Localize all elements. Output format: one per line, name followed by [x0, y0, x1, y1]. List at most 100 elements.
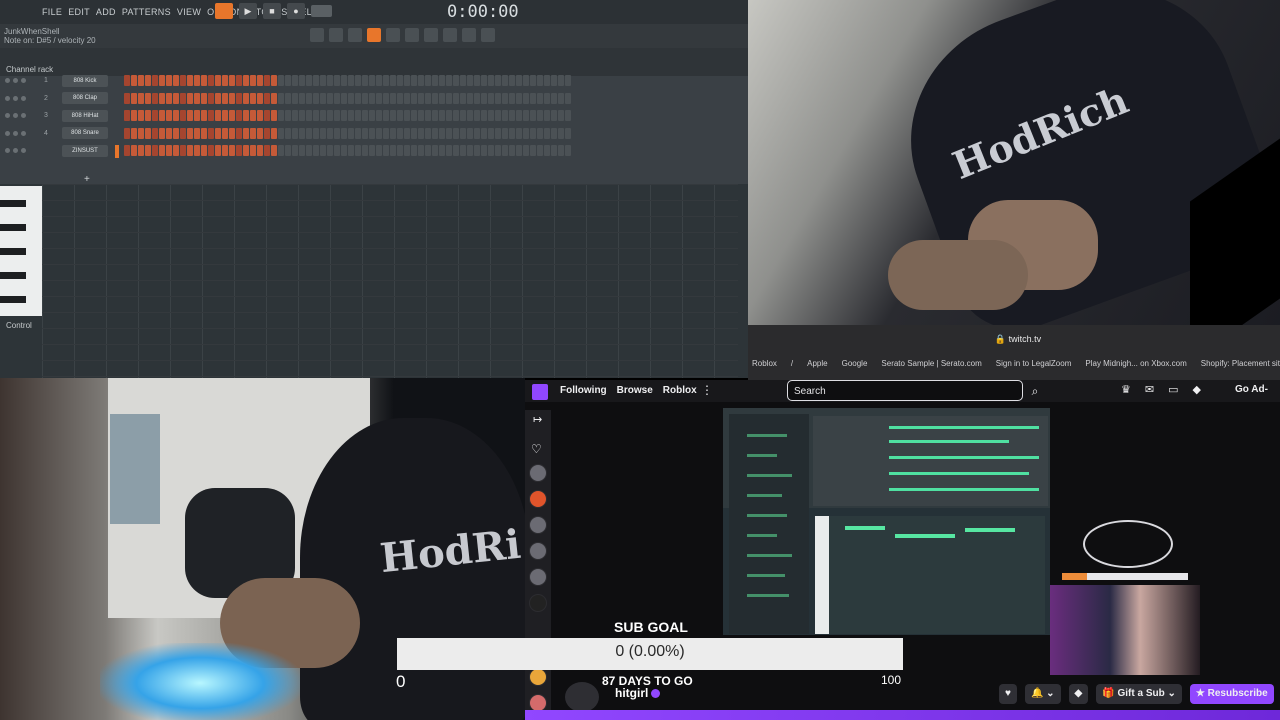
- step-button[interactable]: [180, 127, 186, 139]
- step-button[interactable]: [411, 110, 417, 121]
- step-button[interactable]: [264, 75, 270, 86]
- step-button[interactable]: [145, 75, 151, 86]
- bits-button[interactable]: ◆: [1068, 684, 1089, 704]
- step-button[interactable]: [432, 92, 438, 104]
- step-button[interactable]: [509, 145, 515, 156]
- step-button[interactable]: [222, 75, 228, 86]
- step-button[interactable]: [292, 127, 298, 139]
- step-button[interactable]: [327, 127, 333, 139]
- step-button[interactable]: [313, 127, 319, 139]
- favorite-item[interactable]: Apple: [807, 359, 827, 368]
- step-button[interactable]: [425, 110, 431, 121]
- step-button[interactable]: [327, 110, 333, 121]
- step-button[interactable]: [327, 92, 333, 104]
- step-button[interactable]: [383, 75, 389, 86]
- step-button[interactable]: [369, 145, 375, 156]
- stream-video[interactable]: [723, 408, 1050, 635]
- step-button[interactable]: [215, 92, 221, 104]
- step-button[interactable]: [320, 127, 326, 139]
- step-button[interactable]: [453, 92, 459, 104]
- step-button[interactable]: [208, 75, 214, 86]
- step-button[interactable]: [201, 127, 207, 139]
- step-button[interactable]: [404, 92, 410, 104]
- step-button[interactable]: [558, 75, 564, 86]
- channel-toggles[interactable]: [0, 113, 36, 119]
- step-button[interactable]: [285, 92, 291, 104]
- step-button[interactable]: [502, 110, 508, 121]
- step-button[interactable]: [215, 145, 221, 156]
- step-button[interactable]: [187, 127, 193, 139]
- step-button[interactable]: [348, 75, 354, 86]
- step-button[interactable]: [166, 127, 172, 139]
- step-button[interactable]: [439, 110, 445, 121]
- step-button[interactable]: [187, 110, 193, 121]
- channel-avatar[interactable]: [529, 490, 547, 508]
- twitch-logo-icon[interactable]: [532, 384, 548, 400]
- step-button[interactable]: [397, 127, 403, 139]
- step-button[interactable]: [159, 75, 165, 86]
- step-button[interactable]: [264, 145, 270, 156]
- channel-avatar[interactable]: [529, 464, 547, 482]
- step-button[interactable]: [313, 110, 319, 121]
- step-button[interactable]: [523, 145, 529, 156]
- channel-avatar[interactable]: [529, 668, 547, 686]
- resubscribe-button[interactable]: ★ Resubscribe: [1189, 684, 1274, 704]
- pattern-song-toggle[interactable]: [215, 3, 233, 19]
- step-button[interactable]: [194, 127, 200, 139]
- step-button[interactable]: [453, 110, 459, 121]
- piano-keys[interactable]: [0, 186, 42, 316]
- step-button[interactable]: [173, 110, 179, 121]
- step-button[interactable]: [362, 92, 368, 104]
- step-button[interactable]: [446, 127, 452, 139]
- step-button[interactable]: [502, 127, 508, 139]
- menu-add[interactable]: ADD: [96, 7, 116, 17]
- step-button[interactable]: [460, 110, 466, 121]
- step-button[interactable]: [432, 127, 438, 139]
- playlist-icon[interactable]: [310, 28, 324, 42]
- step-button[interactable]: [348, 145, 354, 156]
- step-button[interactable]: [306, 75, 312, 86]
- nav-roblox[interactable]: Roblox: [663, 385, 697, 396]
- step-button[interactable]: [285, 75, 291, 86]
- channel-avatar[interactable]: [529, 542, 547, 560]
- step-button[interactable]: [362, 110, 368, 121]
- step-button[interactable]: [495, 127, 501, 139]
- step-button[interactable]: [523, 75, 529, 86]
- step-button[interactable]: [460, 75, 466, 86]
- step-button[interactable]: [229, 92, 235, 104]
- step-button[interactable]: [180, 92, 186, 104]
- step-button[interactable]: [166, 110, 172, 121]
- step-button[interactable]: [544, 75, 550, 86]
- step-button[interactable]: [292, 145, 298, 156]
- step-button[interactable]: [320, 92, 326, 104]
- channel-name-button[interactable]: ZINSUST: [62, 144, 108, 157]
- step-button[interactable]: [299, 127, 305, 139]
- step-icon[interactable]: [348, 28, 362, 42]
- step-button[interactable]: [551, 127, 557, 139]
- step-button[interactable]: [355, 127, 361, 139]
- step-button[interactable]: [565, 110, 571, 121]
- step-button[interactable]: [411, 75, 417, 86]
- step-button[interactable]: [236, 92, 242, 104]
- step-button[interactable]: [558, 127, 564, 139]
- step-button[interactable]: [509, 75, 515, 86]
- step-button[interactable]: [131, 110, 137, 121]
- step-button[interactable]: [488, 75, 494, 86]
- step-button[interactable]: [495, 92, 501, 104]
- step-button[interactable]: [124, 127, 130, 139]
- step-button[interactable]: [131, 92, 137, 104]
- step-button[interactable]: [152, 75, 158, 86]
- favorite-item[interactable]: Play Midnigh... on Xbox.com: [1085, 359, 1186, 368]
- step-button[interactable]: [313, 75, 319, 86]
- step-button[interactable]: [495, 145, 501, 156]
- step-button[interactable]: [411, 92, 417, 104]
- step-button[interactable]: [383, 110, 389, 121]
- gift-sub-button[interactable]: 🎁 Gift a Sub ⌄: [1096, 684, 1182, 704]
- search-icon[interactable]: ⌕: [1025, 381, 1045, 401]
- step-button[interactable]: [306, 110, 312, 121]
- channel-name-button[interactable]: 808 Kick: [62, 74, 108, 87]
- black-key[interactable]: [0, 200, 26, 207]
- step-button[interactable]: [159, 145, 165, 156]
- expand-sidebar-icon[interactable]: ↦: [533, 413, 542, 426]
- step-button[interactable]: [439, 127, 445, 139]
